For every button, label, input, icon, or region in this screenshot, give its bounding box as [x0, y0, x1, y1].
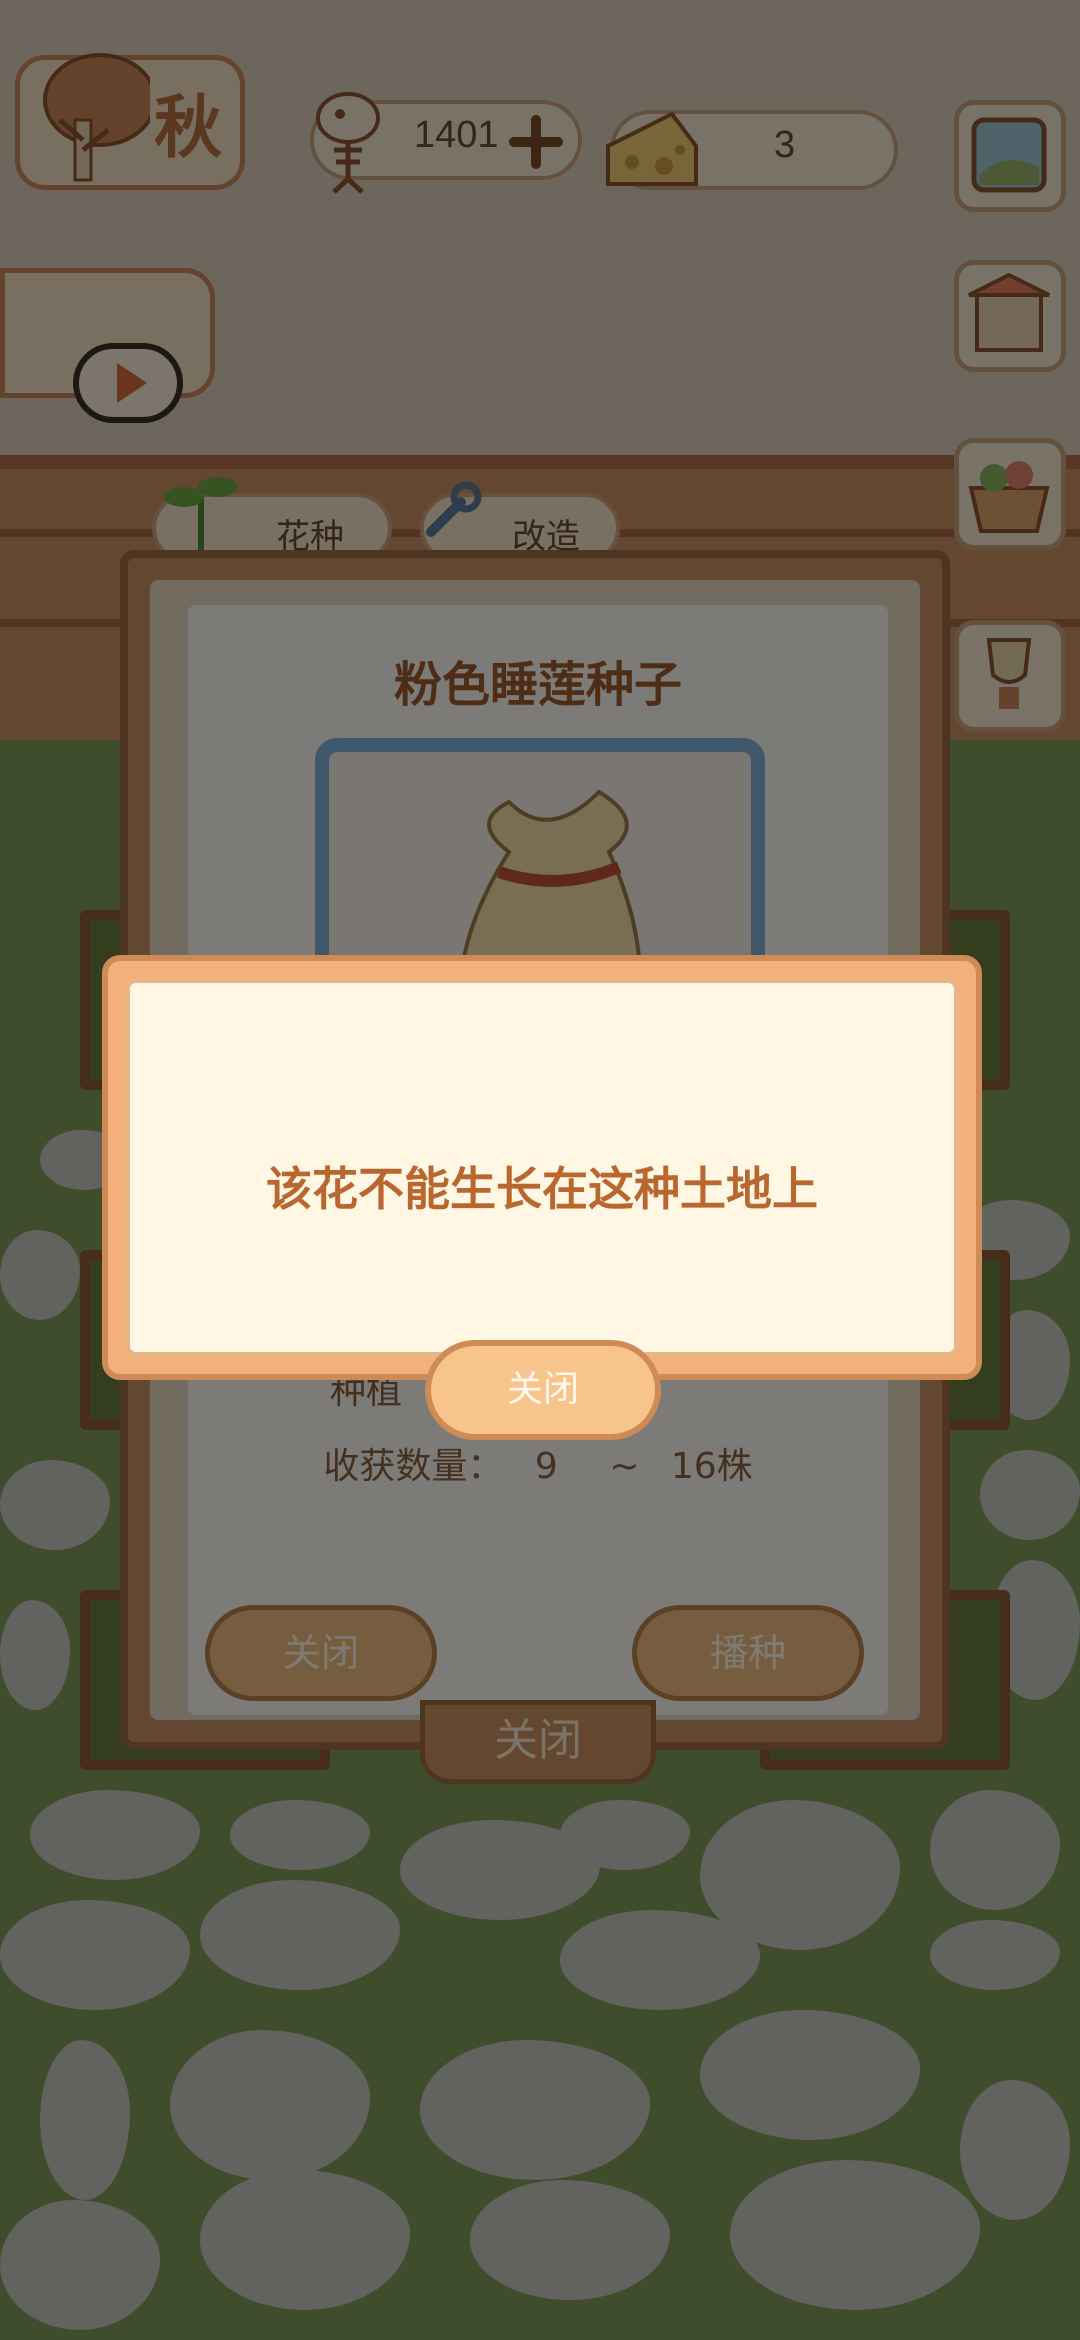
alert-dialog-body: 该花不能生长在这种土地上: [126, 979, 958, 1356]
alert-dialog: 该花不能生长在这种土地上: [102, 955, 982, 1380]
alert-message: 该花不能生长在这种土地上: [266, 1162, 818, 1216]
alert-close-button[interactable]: 关闭: [425, 1340, 661, 1440]
